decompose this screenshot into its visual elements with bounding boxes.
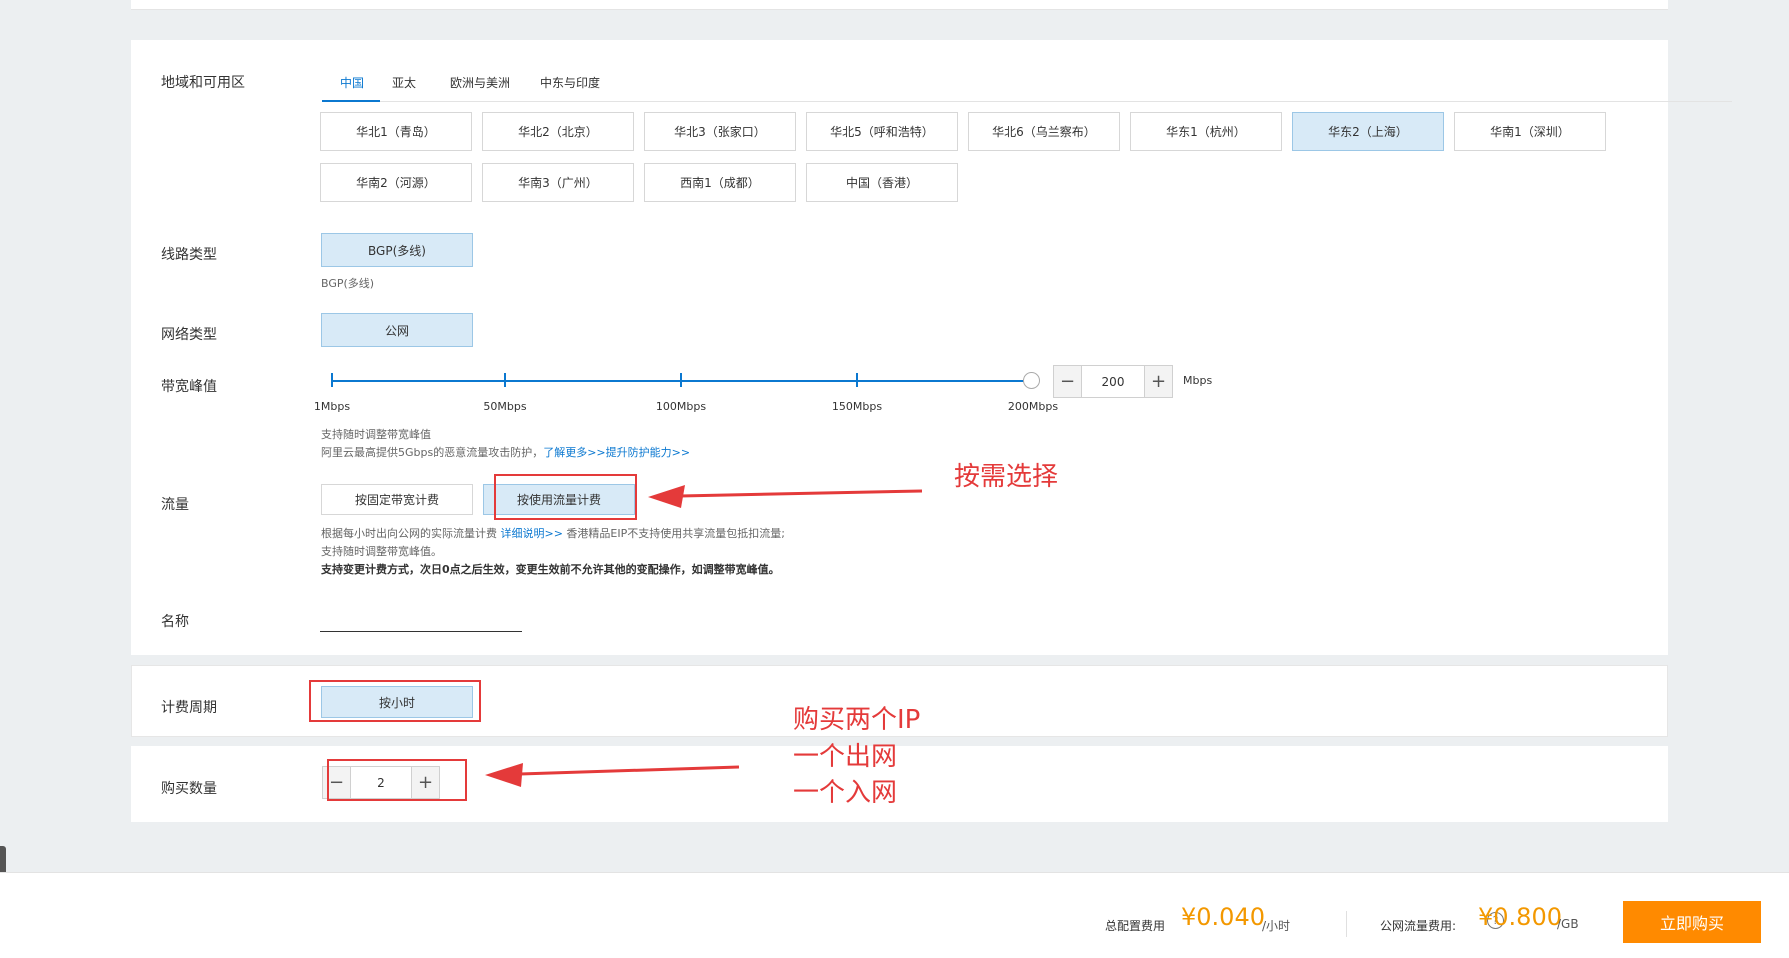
config-fee-unit: /小时 bbox=[1262, 919, 1291, 933]
arrow-to-quantity bbox=[485, 763, 740, 787]
annotation-on-demand: 按需选择 bbox=[954, 462, 1059, 492]
config-fee-label: 总配置费用 bbox=[1105, 919, 1166, 933]
annotation-buy-two-ip: 购买两个IP bbox=[793, 705, 921, 735]
annotation-one-outbound: 一个出网 bbox=[793, 742, 898, 772]
traffic-fee-label: 公网流量费用: bbox=[1380, 919, 1457, 933]
annotation-arrows bbox=[485, 485, 923, 787]
traffic-fee-price: ¥0.800 bbox=[1478, 903, 1562, 931]
annotation-one-inbound: 一个入网 bbox=[793, 778, 898, 808]
config-fee-price: ¥0.040 bbox=[1181, 903, 1265, 931]
footer-divider bbox=[1346, 911, 1347, 937]
traffic-fee-unit: /GB bbox=[1557, 917, 1579, 931]
footer-bar: 总配置费用 ¥0.040 /小时 ? 公网流量费用: ¥0.800 /GB 立即… bbox=[0, 872, 1789, 958]
arrow-to-traffic bbox=[648, 485, 923, 508]
buy-now-button[interactable]: 立即购买 bbox=[1623, 901, 1761, 943]
